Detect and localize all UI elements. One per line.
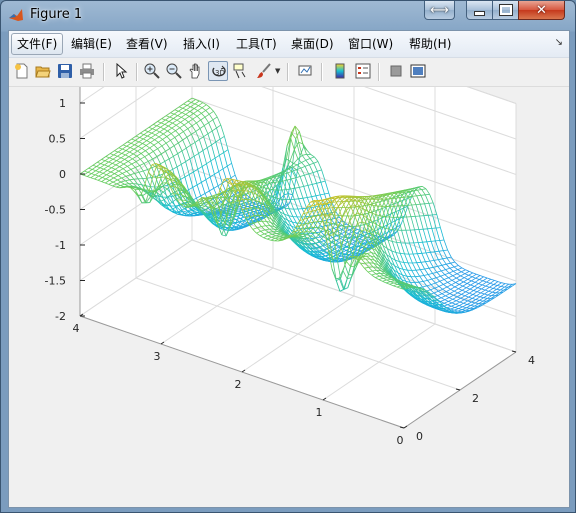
- mesh-line: [416, 194, 422, 197]
- svg-text:3D: 3D: [215, 69, 225, 77]
- x-tick-label: 4: [73, 322, 80, 335]
- brush-dropdown-icon[interactable]: ▼: [275, 67, 280, 75]
- save-icon[interactable]: [55, 61, 75, 81]
- resize-button[interactable]: ⟷: [424, 1, 455, 20]
- mesh-line: [395, 197, 400, 199]
- mesh-line: [400, 253, 405, 255]
- mesh-line: [321, 203, 327, 205]
- close-icon: ✕: [536, 2, 547, 18]
- x-tick-label: 1: [316, 406, 323, 419]
- z-tick-label: 0.5: [49, 133, 67, 146]
- mesh-line: [430, 251, 435, 253]
- menu-desktop[interactable]: 桌面(D): [286, 34, 339, 54]
- x-tick-label: 2: [235, 378, 242, 391]
- z-tick-label: -1: [55, 239, 66, 252]
- y-tick-label: 0: [416, 430, 423, 443]
- menu-help[interactable]: 帮助(H): [404, 34, 456, 54]
- toolbar-separator: [287, 63, 289, 81]
- mesh-line: [408, 195, 413, 198]
- mesh-line: [350, 265, 356, 267]
- link-plot-icon[interactable]: [296, 61, 316, 81]
- mesh-line: [375, 272, 381, 275]
- mesh-line: [321, 221, 327, 223]
- mesh-line: [455, 311, 461, 314]
- open-file-icon[interactable]: [33, 61, 53, 81]
- figure-client-area: 文件(F) 编辑(E) 查看(V) 插入(I) 工具(T) 桌面(D) 窗口(W…: [8, 0, 570, 508]
- mesh-line: [412, 195, 417, 197]
- menu-bar: 文件(F) 编辑(E) 查看(V) 插入(I) 工具(T) 桌面(D) 窗口(W…: [9, 31, 569, 58]
- mesh-line: [234, 190, 240, 192]
- mesh-line: [277, 240, 282, 242]
- rotate-3d-icon[interactable]: 3D: [208, 61, 228, 81]
- mesh-line: [372, 270, 377, 272]
- mesh-line: [420, 194, 426, 196]
- menu-window[interactable]: 窗口(W): [343, 34, 398, 54]
- print-icon[interactable]: [77, 61, 97, 81]
- menu-view[interactable]: 查看(V): [121, 34, 173, 54]
- figure-window: Figure 1 ⟷ ✕ 文件(F) 编辑(E) 查看(V) 插入(I) 工具(…: [0, 0, 576, 513]
- z-tick-label: -2: [55, 310, 66, 323]
- minimize-icon: [474, 10, 485, 16]
- window-title: Figure 1: [30, 7, 83, 22]
- y-tick-label: 2: [472, 392, 479, 405]
- mesh-line: [149, 191, 154, 193]
- toolbar-separator: [321, 63, 323, 81]
- menu-overflow-icon[interactable]: ↘: [555, 37, 563, 48]
- mesh-line: [428, 202, 434, 204]
- plot-area: 1.510.50-0.5-1-1.5-243210024: [9, 0, 569, 507]
- zoom-out-icon[interactable]: [164, 61, 184, 81]
- new-figure-icon[interactable]: [12, 61, 32, 81]
- z-tick-label: -0.5: [45, 204, 66, 217]
- colorbar-icon[interactable]: [330, 61, 350, 81]
- maximize-button[interactable]: [492, 1, 519, 20]
- mesh-line: [431, 240, 436, 242]
- data-cursor-icon[interactable]: [230, 61, 250, 81]
- mesh-line: [364, 236, 370, 238]
- pan-icon[interactable]: [186, 61, 206, 81]
- toolbar-separator: [103, 63, 105, 81]
- z-tick-label: 1: [59, 97, 66, 110]
- z-tick-label: -1.5: [45, 275, 66, 288]
- mesh-line: [439, 239, 445, 241]
- brush-icon[interactable]: [254, 61, 274, 81]
- hide-plot-tools-icon[interactable]: [386, 61, 406, 81]
- mesh-line: [415, 275, 420, 278]
- title-bar[interactable]: Figure 1 ⟷ ✕: [1, 1, 575, 29]
- toolbar-separator: [136, 63, 138, 81]
- menu-file[interactable]: 文件(F): [11, 33, 64, 55]
- show-plot-tools-icon[interactable]: [408, 61, 428, 81]
- mesh-line: [344, 236, 349, 239]
- mesh-line: [318, 199, 323, 201]
- close-button[interactable]: ✕: [518, 1, 565, 20]
- maximize-icon: [498, 4, 513, 16]
- z-tick-label: 0: [59, 168, 66, 181]
- toolbar-separator: [378, 63, 380, 81]
- zoom-in-icon[interactable]: [142, 61, 162, 81]
- matlab-logo-icon: [9, 9, 23, 21]
- legend-icon[interactable]: [353, 61, 373, 81]
- menu-edit[interactable]: 编辑(E): [66, 34, 117, 54]
- mesh-line: [425, 193, 430, 196]
- x-tick-label: 3: [154, 350, 161, 363]
- double-arrow-icon: ⟷: [430, 2, 449, 18]
- mesh-line: [396, 242, 401, 244]
- x-tick-label: 0: [397, 434, 404, 447]
- y-tick-label: 4: [528, 354, 535, 367]
- menu-insert[interactable]: 插入(I): [178, 34, 225, 54]
- menu-tools[interactable]: 工具(T): [231, 34, 282, 54]
- figure-toolbar: 3D ▼: [9, 58, 569, 87]
- mesh-line: [415, 269, 421, 271]
- pointer-icon[interactable]: [111, 61, 131, 81]
- mesh-line: [382, 194, 388, 196]
- minimize-button[interactable]: [466, 1, 493, 20]
- mesh-line: [294, 198, 299, 200]
- surface-mesh-plot[interactable]: 1.510.50-0.5-1-1.5-243210024: [9, 0, 569, 507]
- mesh-line: [378, 194, 383, 196]
- mesh-line: [403, 196, 409, 198]
